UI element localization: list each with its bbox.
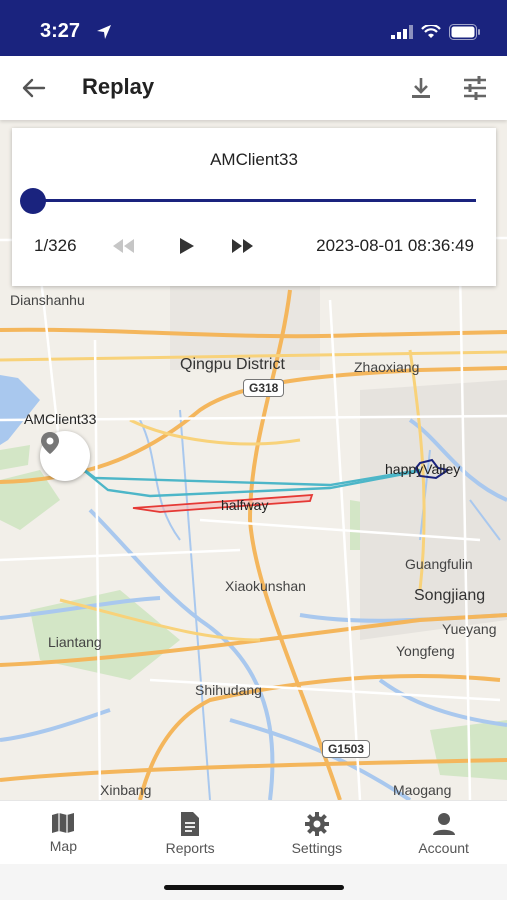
- download-icon[interactable]: [407, 74, 435, 102]
- place-label: Zhaoxiang: [354, 359, 420, 375]
- status-icons: [391, 24, 481, 40]
- play-icon[interactable]: [175, 235, 197, 257]
- map-icon: [52, 813, 75, 833]
- place-label: Songjiang: [414, 587, 486, 604]
- rewind-icon[interactable]: [110, 237, 136, 255]
- device-marker[interactable]: [40, 431, 90, 481]
- reports-icon: [181, 812, 200, 836]
- map-pin-icon: [41, 432, 59, 454]
- position-counter: 1/326: [34, 236, 77, 255]
- place-label: Yongfeng: [396, 643, 455, 659]
- battery-icon: [449, 24, 480, 40]
- replay-slider-thumb[interactable]: [20, 188, 46, 214]
- filter-icon[interactable]: [461, 74, 489, 102]
- place-label: Shihudang: [195, 682, 262, 698]
- place-label: Liantang: [48, 634, 102, 650]
- page-title: Replay: [82, 74, 155, 99]
- nav-item-settings[interactable]: Settings: [254, 801, 381, 864]
- nav-label: Reports: [165, 840, 215, 856]
- account-icon: [432, 813, 455, 835]
- place-label: Xinbang: [100, 782, 152, 798]
- place-label: Maogang: [393, 782, 452, 798]
- settings-gear-icon: [304, 812, 329, 836]
- status-bar: 3:27: [0, 0, 507, 56]
- back-arrow-icon[interactable]: [20, 74, 48, 102]
- bottom-nav: Map Reports Settings Account: [0, 800, 507, 864]
- replay-timestamp: 2023-08-01 08:36:49: [316, 236, 474, 255]
- device-marker-label: AMClient33: [24, 411, 97, 427]
- road-shield: G318: [243, 379, 285, 397]
- geofence-label: halfway: [221, 497, 269, 513]
- location-arrow-icon: [97, 25, 111, 39]
- fast-forward-icon[interactable]: [230, 237, 256, 255]
- device-name: AMClient33: [210, 150, 298, 169]
- nav-label: Map: [49, 838, 77, 854]
- road-shield: G1503: [322, 740, 371, 758]
- wifi-icon: [421, 25, 441, 38]
- geofence-label: happyValley: [385, 461, 461, 477]
- place-label: Guangfulin: [405, 556, 473, 572]
- app-bar: Replay: [0, 56, 507, 120]
- place-label: Xiaokunshan: [225, 578, 306, 594]
- nav-item-account[interactable]: Account: [380, 801, 507, 864]
- place-label: Dianshanhu: [10, 292, 85, 308]
- nav-label: Settings: [291, 840, 343, 856]
- status-time: 3:27: [40, 20, 81, 42]
- place-label: Qingpu District: [180, 356, 285, 373]
- nav-item-map[interactable]: Map: [0, 801, 127, 864]
- home-indicator[interactable]: [164, 885, 344, 890]
- signal-icon: [391, 25, 413, 39]
- replay-panel: AMClient33 1/326 2023-08-01 08:36:49: [12, 128, 496, 286]
- replay-slider-track[interactable]: [34, 199, 476, 202]
- nav-label: Account: [418, 840, 469, 856]
- nav-item-reports[interactable]: Reports: [127, 801, 254, 864]
- home-indicator-area: [0, 864, 507, 900]
- place-label: Yueyang: [442, 621, 497, 637]
